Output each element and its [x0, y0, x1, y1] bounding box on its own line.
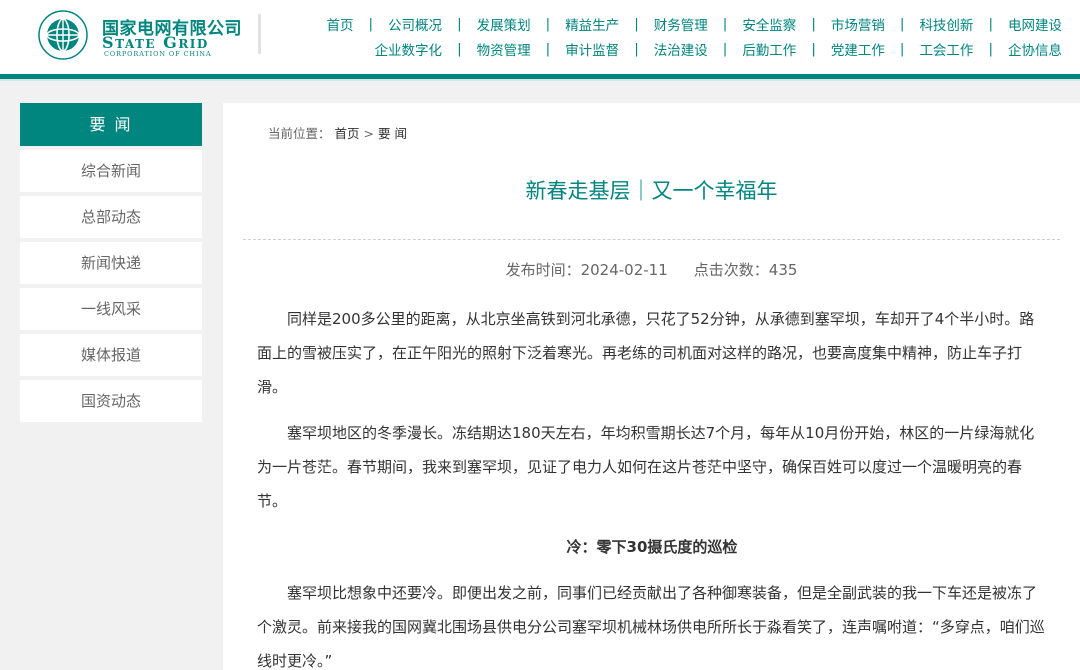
nav-union[interactable]: 工会工作	[919, 39, 973, 59]
nav-home[interactable]: 首页	[327, 14, 354, 34]
nav-separator: |	[899, 16, 905, 32]
nav-separator: |	[634, 41, 639, 57]
site-logo[interactable]: 国家电网有限公司 STATE GRID CORPORATION OF CHINA	[38, 10, 242, 62]
article-body: 同样是200多公里的距离，从北京坐高铁到河北承德，只花了52分钟，从承德到塞罕坝…	[257, 302, 1047, 670]
article-meta: 发布时间：2024-02-11 点击次数：435	[223, 259, 1080, 280]
nav-enterprise-association[interactable]: 企协信息	[1008, 39, 1062, 59]
article-paragraph: 同样是200多公里的距离，从北京坐高铁到河北承德，只花了52分钟，从承德到塞罕坝…	[257, 310, 1035, 396]
nav-development-planning[interactable]: 发展策划	[477, 14, 531, 34]
nav-legal[interactable]: 法治建设	[654, 39, 708, 59]
nav-separator: |	[457, 16, 462, 32]
click-count-label: 点击次数：	[693, 261, 769, 279]
nav-separator: |	[545, 41, 551, 57]
article-paragraph: 塞罕坝比想象中还要冷。即便出发之前，同事们已经贡献出了各种御寒装备，但是全副武装…	[257, 584, 1045, 670]
nav-separator: |	[634, 16, 639, 32]
nav-separator: |	[457, 41, 462, 57]
sidebar-item-frontline[interactable]: 一线风采	[20, 288, 202, 330]
nav-company-overview[interactable]: 公司概况	[388, 14, 442, 34]
article-paragraph: 塞罕坝地区的冬季漫长。冻结期达180天左右，年均积雪期长达7个月，每年从10月份…	[257, 424, 1035, 510]
breadcrumb: 当前位置： 首页 > 要 闻	[268, 123, 407, 142]
sidebar: 要 闻 综合新闻 总部动态 新闻快递 一线风采 媒体报道 国资动态	[20, 103, 202, 426]
article-panel: 当前位置： 首页 > 要 闻 新春走基层｜又一个幸福年 发布时间：2024-02…	[223, 103, 1080, 670]
state-grid-emblem-icon	[38, 10, 88, 60]
article-title: 新春走基层｜又一个幸福年	[525, 179, 778, 203]
sidebar-item-general-news[interactable]: 综合新闻	[20, 150, 202, 192]
header-accent-bar-light	[0, 79, 1080, 81]
nav-party-building[interactable]: 党建工作	[831, 39, 885, 59]
nav-audit[interactable]: 审计监督	[565, 39, 619, 59]
nav-grid-construction[interactable]: 电网建设	[1008, 14, 1062, 34]
nav-tech-innovation[interactable]: 科技创新	[919, 14, 973, 34]
sidebar-item-hq-news[interactable]: 总部动态	[20, 196, 202, 238]
nav-separator: |	[722, 41, 728, 57]
nav-finance[interactable]: 财务管理	[654, 14, 708, 34]
nav-separator: |	[368, 16, 374, 32]
breadcrumb-separator: >	[363, 126, 374, 141]
logo-subtitle: CORPORATION OF CHINA	[104, 50, 212, 58]
breadcrumb-home-link[interactable]: 首页	[335, 126, 360, 141]
sidebar-item-news-express[interactable]: 新闻快递	[20, 242, 202, 284]
nav-separator: |	[545, 16, 551, 32]
publish-date: 2024-02-11	[580, 261, 668, 279]
nav-logistics[interactable]: 后勤工作	[742, 39, 796, 59]
nav-marketing[interactable]: 市场营销	[831, 14, 885, 34]
nav-materials[interactable]: 物资管理	[477, 39, 531, 59]
click-count: 435	[768, 261, 798, 279]
nav-separator: |	[811, 16, 816, 32]
logo-divider	[258, 14, 261, 54]
sidebar-item-media-reports[interactable]: 媒体报道	[20, 334, 202, 376]
nav-separator: |	[988, 16, 993, 32]
sidebar-item-sasac-news[interactable]: 国资动态	[20, 380, 202, 422]
title-divider	[243, 239, 1060, 240]
article-subheading: 冷：零下30摄氏度的巡检	[566, 538, 738, 556]
main-nav-row-2: 企业数字化 | 物资管理 | 审计监督 | 法治建设 | 后勤工作 | 党建工作…	[375, 39, 1062, 59]
nav-separator: |	[899, 41, 905, 57]
nav-safety-supervision[interactable]: 安全监察	[742, 14, 796, 34]
publish-label: 发布时间：	[505, 261, 581, 279]
nav-separator: |	[722, 16, 728, 32]
nav-separator: |	[811, 41, 816, 57]
main-nav-row-1: 首页 | 公司概况 | 发展策划 | 精益生产 | 财务管理 | 安全监察 | …	[327, 14, 1063, 34]
sidebar-item-headlines[interactable]: 要 闻	[20, 103, 202, 146]
nav-separator: |	[988, 41, 993, 57]
nav-lean-production[interactable]: 精益生产	[565, 14, 619, 34]
nav-digitalization[interactable]: 企业数字化	[375, 39, 443, 59]
breadcrumb-prefix: 当前位置：	[268, 126, 331, 141]
breadcrumb-current[interactable]: 要 闻	[378, 126, 407, 141]
site-header: 国家电网有限公司 STATE GRID CORPORATION OF CHINA…	[0, 0, 1080, 74]
